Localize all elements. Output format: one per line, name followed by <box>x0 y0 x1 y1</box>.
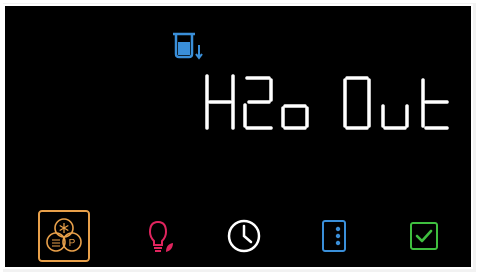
more-menu-icon <box>322 220 346 252</box>
modes-icon: P <box>46 218 82 252</box>
timer-button[interactable] <box>218 210 270 262</box>
svg-text:P: P <box>69 238 76 249</box>
menu-button[interactable] <box>308 210 360 262</box>
display-message: H2o Out <box>201 68 461 136</box>
eco-light-icon <box>148 220 173 252</box>
water-tank-dispense-icon <box>173 32 203 60</box>
clock-icon <box>227 219 261 253</box>
modes-button[interactable]: P <box>38 210 90 262</box>
confirm-button[interactable] <box>398 210 450 262</box>
check-icon <box>410 222 438 250</box>
light-button[interactable] <box>132 210 184 262</box>
segment-display <box>205 74 449 130</box>
